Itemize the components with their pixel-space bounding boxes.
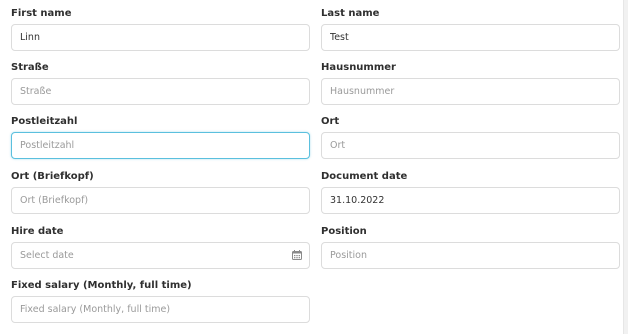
postleitzahl-label: Postleitzahl [11, 116, 78, 127]
first-name-field: First name [11, 7, 310, 51]
hire-date-label: Hire date [11, 226, 64, 237]
employee-form: First name Last name Straße Hausnummer P… [0, 0, 628, 334]
last-name-label: Last name [321, 8, 380, 19]
first-name-input[interactable] [11, 24, 310, 51]
document-date-input[interactable] [321, 187, 620, 214]
first-name-label: First name [11, 8, 72, 19]
last-name-field: Last name [321, 7, 620, 51]
scrollbar-track[interactable] [623, 0, 628, 334]
strasse-input[interactable] [11, 78, 310, 105]
hausnummer-field: Hausnummer [321, 61, 620, 105]
fixed-salary-label: Fixed salary (Monthly, full time) [11, 280, 192, 291]
position-label: Position [321, 226, 367, 237]
strasse-label: Straße [11, 62, 49, 73]
fixed-salary-field: Fixed salary (Monthly, full time) [11, 279, 310, 323]
document-date-label: Document date [321, 171, 408, 182]
postleitzahl-input[interactable] [11, 132, 310, 159]
position-field: Position [321, 225, 620, 269]
ort-field: Ort [321, 115, 620, 159]
hire-date-input[interactable] [11, 242, 310, 269]
ort-briefkopf-label: Ort (Briefkopf) [11, 171, 94, 182]
postleitzahl-field: Postleitzahl [11, 115, 310, 159]
position-input[interactable] [321, 242, 620, 269]
strasse-field: Straße [11, 61, 310, 105]
ort-input[interactable] [321, 132, 620, 159]
hausnummer-input[interactable] [321, 78, 620, 105]
document-date-field: Document date [321, 170, 620, 214]
hire-date-field: Hire date [11, 225, 310, 269]
hausnummer-label: Hausnummer [321, 62, 396, 73]
ort-briefkopf-input[interactable] [11, 187, 310, 214]
fixed-salary-input[interactable] [11, 296, 310, 323]
calendar-icon[interactable] [292, 250, 302, 260]
last-name-input[interactable] [321, 24, 620, 51]
ort-label: Ort [321, 116, 340, 127]
ort-briefkopf-field: Ort (Briefkopf) [11, 170, 310, 214]
